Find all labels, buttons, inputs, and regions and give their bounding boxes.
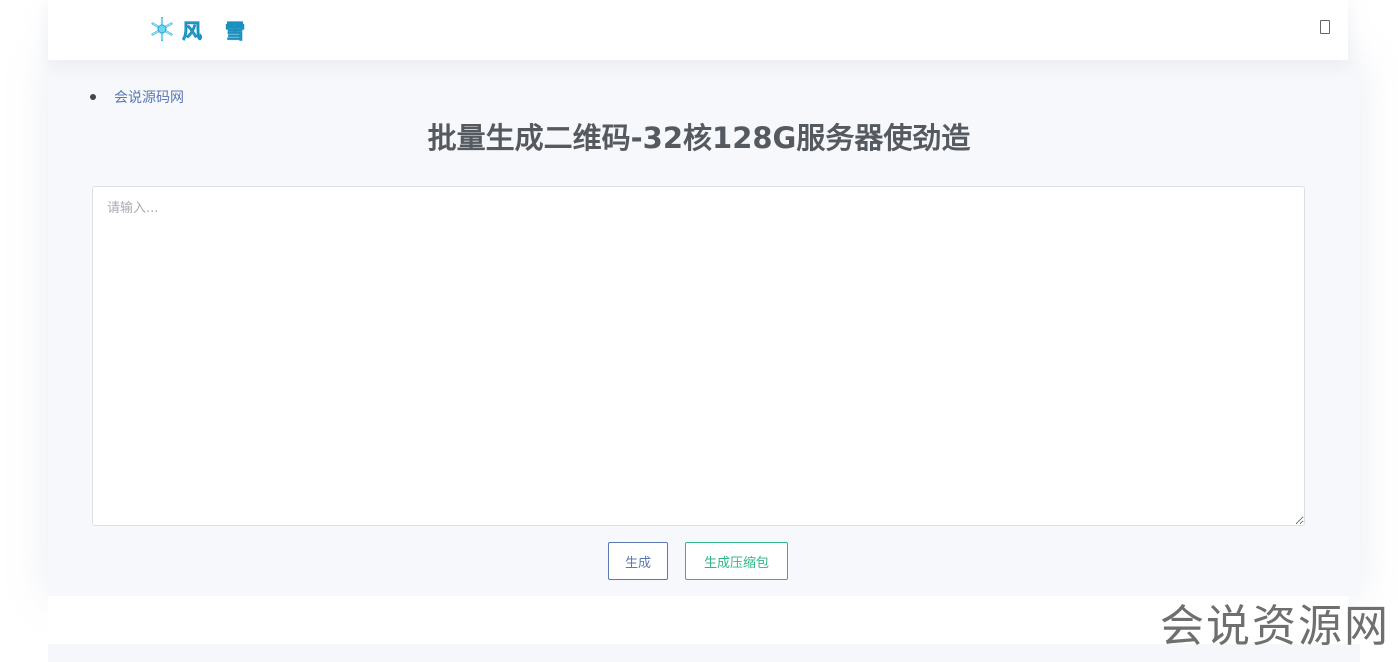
content-input[interactable] — [92, 186, 1305, 526]
generate-button[interactable]: 生成 — [608, 542, 668, 580]
logo[interactable]: 风 雪 — [148, 14, 253, 44]
page-title: 批量生成二维码-32核128G服务器使劲造 — [427, 121, 971, 155]
site-header: 风 雪 — [48, 0, 1348, 60]
menu-box-icon[interactable] — [1320, 20, 1330, 34]
bullet-icon — [90, 94, 96, 100]
logo-text: 风 雪 — [182, 18, 253, 43]
breadcrumb: 会说源码网 — [90, 87, 184, 107]
site-footer — [48, 596, 1348, 644]
generate-zip-button[interactable]: 生成压缩包 — [685, 542, 788, 580]
watermark: 会说资源网 — [1160, 601, 1390, 652]
snowflake-icon — [148, 15, 176, 43]
page: 风 雪 会说源码网 批量生成二维码-32核128G服务器使劲造 生成 生成压缩包… — [0, 0, 1398, 662]
breadcrumb-link[interactable]: 会说源码网 — [114, 87, 184, 107]
